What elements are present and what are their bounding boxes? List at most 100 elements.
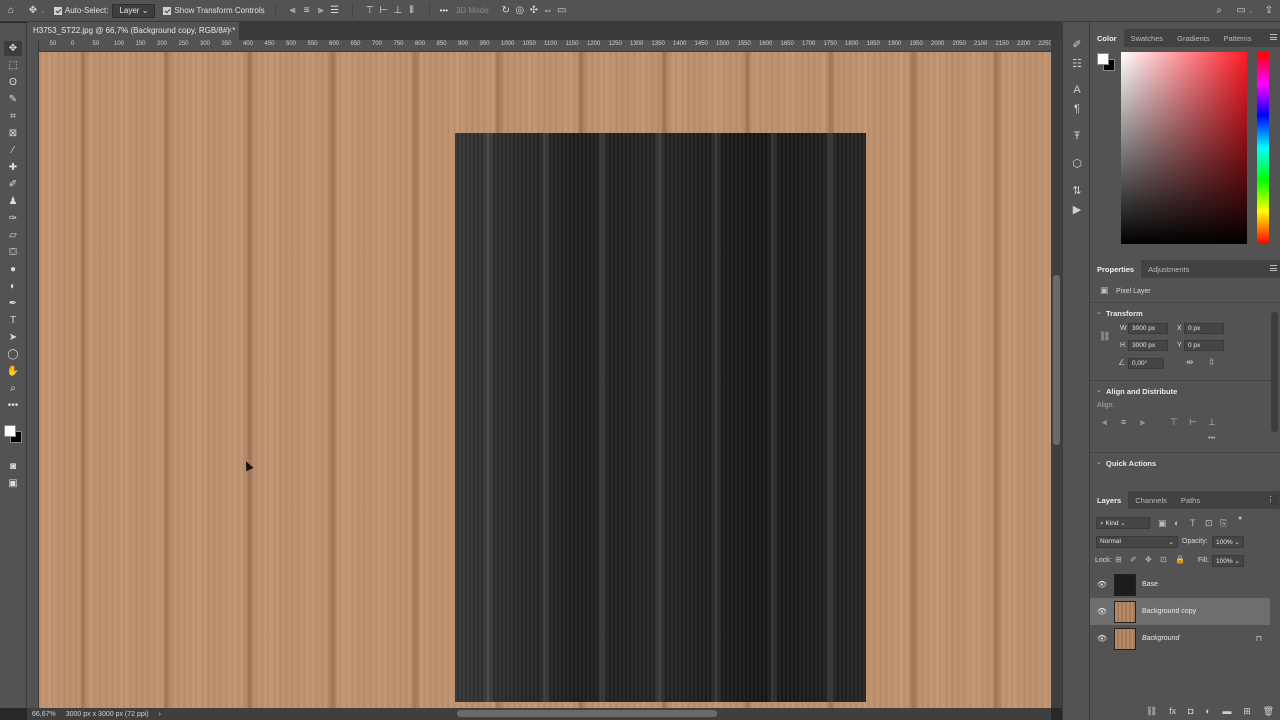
screen-mode-button[interactable]: ▣ [4,476,22,491]
brushes-icon[interactable]: ☷ [1069,55,1085,71]
fill-field[interactable]: 100% ⌄ [1212,555,1244,567]
filter-shape-icon[interactable]: ⊡ [1205,518,1213,529]
lock-artboard-icon[interactable]: ⊡ [1160,555,1167,564]
visibility-eye-icon[interactable]: 👁 [1094,634,1110,643]
hand-tool[interactable]: ✋ [4,364,22,379]
foreground-color-swatch[interactable] [4,425,16,437]
filter-smart-object-icon[interactable]: ⎘ [1220,518,1227,529]
vertical-scrollbar[interactable] [1051,40,1062,708]
document-tab[interactable]: H3753_ST22.jpg @ 66,7% (Background copy,… [27,22,239,40]
opacity-field[interactable]: 100% ⌄ [1212,536,1244,548]
share-button[interactable]: ⇪ [1258,0,1280,22]
align-vcenter-icon[interactable]: ☰ [328,4,342,18]
new-layer-icon[interactable]: ⊞ [1243,706,1251,717]
history-brush-tool[interactable]: ✑ [4,211,22,226]
move-tool[interactable]: ✥ [4,41,22,56]
lock-icon[interactable]: ⊓ [1256,634,1262,643]
panel-menu-icon[interactable] [1270,34,1277,40]
3d-roll-icon[interactable]: ◎ [513,4,527,18]
more-icon[interactable]: ••• [1208,435,1215,442]
healing-tool[interactable]: ✚ [4,160,22,175]
quick-mask-button[interactable]: ◙ [4,459,22,474]
flip-vertical-icon[interactable]: ⇳ [1208,357,1216,368]
3d-rotate-icon[interactable]: ↻ [499,4,513,18]
marquee-tool[interactable]: ⬚ [4,58,22,73]
type-tool[interactable]: T [4,313,22,328]
chevron-down-icon[interactable]: ⌄ [1096,386,1102,394]
auto-select-dropdown[interactable]: Layer ⌄ [112,3,156,18]
paint-bucket-tool[interactable]: ⛋ [4,245,22,260]
link-icon[interactable]: ⛓ [1099,331,1110,342]
zoom-level[interactable]: 66,67% [27,711,61,718]
search-button[interactable]: ⌕ [1208,0,1230,22]
fx-icon[interactable]: fx [1169,706,1176,717]
x-field[interactable]: 0 px [1184,323,1224,334]
shape-tool[interactable]: ◯ [4,347,22,362]
crop-tool[interactable]: ⌗ [4,109,22,124]
align-center-icon[interactable]: ≡ [300,4,314,18]
filter-toggle-icon[interactable]: ● [1238,515,1242,522]
distribute-icon[interactable]: ⦀ [405,4,419,18]
stamp-tool[interactable]: ♟ [4,194,22,209]
workspace-button[interactable]: ▭ ⌄ [1230,0,1258,22]
chevron-right-icon[interactable]: › [154,711,166,718]
layers-scrollbar[interactable] [1271,494,1278,506]
pen-tool[interactable]: ✒ [4,296,22,311]
paragraph-icon[interactable]: ¶ [1069,101,1085,117]
auto-select-checkbox[interactable]: Auto-Select: [50,0,113,22]
3d-camera-icon[interactable]: ▭ [555,4,569,18]
tab-swatches[interactable]: Swatches [1124,29,1171,47]
align-left-icon[interactable]: ⫷ [286,4,300,18]
color-swatches[interactable] [4,423,24,443]
scroll-thumb[interactable] [457,710,717,717]
path-select-tool[interactable]: ➤ [4,330,22,345]
glyphs-icon[interactable]: Ŧ [1069,128,1085,144]
angle-field[interactable]: 0,00° [1128,358,1164,369]
tab-patterns[interactable]: Patterns [1217,29,1259,47]
foreground-color-swatch[interactable] [1097,53,1109,65]
layer-row-base[interactable]: 👁 Base [1090,571,1270,598]
flip-horizontal-icon[interactable]: ⇹ [1186,357,1194,368]
filter-pixel-icon[interactable]: ▣ [1158,518,1167,529]
lasso-tool[interactable]: ʘ [4,75,22,90]
align-right-icon[interactable]: ⫸ [1140,417,1145,428]
panel-menu-icon[interactable] [1270,265,1277,271]
transform-header[interactable]: Transform [1106,309,1143,318]
align-hcenter-icon[interactable]: ≡ [1121,417,1126,427]
align-bottom-icon[interactable]: ⊥ [1208,417,1216,428]
visibility-eye-icon[interactable]: 👁 [1094,580,1110,589]
lock-all-icon[interactable]: 🔒 [1175,555,1185,564]
layer-filter-dropdown[interactable]: ⌕ Kind ⌄ [1096,517,1150,529]
chevron-down-icon[interactable]: ⌄ [1096,308,1102,316]
hue-slider[interactable] [1257,52,1269,244]
3d-drag-icon[interactable]: ✣ [527,4,541,18]
y-field[interactable]: 0 px [1184,340,1224,351]
play-icon[interactable]: ▶ [1069,201,1085,217]
tab-color[interactable]: Color [1090,29,1124,47]
height-field[interactable]: 3000 px [1128,340,1168,351]
visibility-eye-icon[interactable]: 👁 [1094,607,1110,616]
align-vcenter-icon[interactable]: ⊢ [1189,417,1197,428]
frame-tool[interactable]: ⊠ [4,126,22,141]
filter-type-icon[interactable]: T [1190,518,1196,528]
blend-mode-dropdown[interactable]: Normal ⌄ [1096,536,1178,548]
layer-row-background-copy[interactable]: 👁 Background copy [1090,598,1270,625]
move-tool-preset[interactable]: ✥ ⌄ [22,0,50,22]
align-header[interactable]: Align and Distribute [1106,387,1177,396]
canvas-wood-background[interactable] [39,52,1051,708]
quick-select-tool[interactable]: ✎ [4,92,22,107]
eyedropper-tool[interactable]: ⁄ [4,143,22,158]
properties-scrollbar[interactable] [1271,312,1278,432]
character-icon[interactable]: A [1069,82,1085,98]
eraser-tool[interactable]: ▱ [4,228,22,243]
chevron-down-icon[interactable]: ⌄ [1096,458,1102,466]
lock-image-icon[interactable]: ✐ [1130,555,1137,564]
brush-tool[interactable]: ✐ [4,177,22,192]
zoom-tool[interactable]: ⌕ [4,381,22,396]
group-icon[interactable]: ▬ [1222,706,1231,717]
layer-name[interactable]: Background [1142,635,1179,642]
align-bottom-icon[interactable]: ⊥ [391,4,405,18]
quick-actions-header[interactable]: Quick Actions [1106,459,1156,468]
link-layers-icon[interactable]: ⛓ [1146,706,1157,717]
show-transform-checkbox[interactable]: Show Transform Controls [159,0,268,22]
